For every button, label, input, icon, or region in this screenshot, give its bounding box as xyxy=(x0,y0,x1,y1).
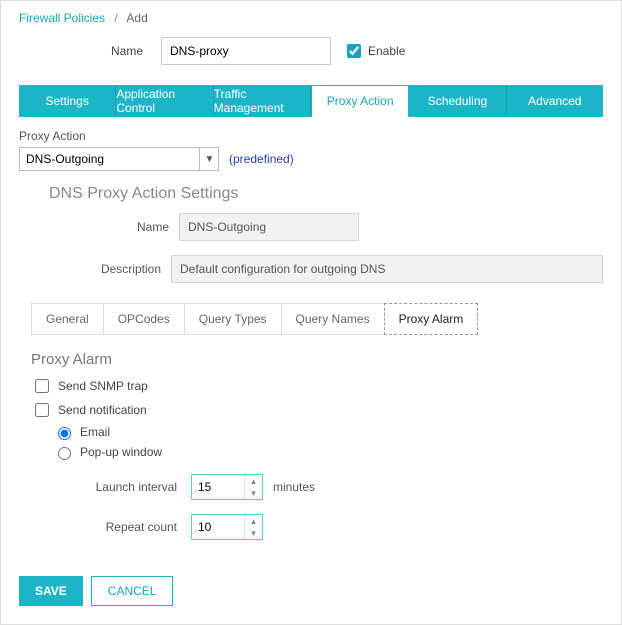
arrow-down-icon[interactable]: ▼ xyxy=(245,527,262,539)
breadcrumb-separator: / xyxy=(114,11,117,25)
subtab-proxy-alarm[interactable]: Proxy Alarm xyxy=(384,303,479,335)
proxy-action-label: Proxy Action xyxy=(19,129,603,143)
predefined-indicator: (predefined) xyxy=(229,152,294,166)
repeat-count-row: Repeat count ▲ ▼ xyxy=(31,514,603,540)
launch-interval-unit: minutes xyxy=(273,480,315,494)
main-tabs: Settings Application Control Traffic Man… xyxy=(19,85,603,117)
action-name-row: Name xyxy=(19,213,603,241)
repeat-count-input[interactable] xyxy=(192,515,244,539)
popup-label: Pop-up window xyxy=(80,445,162,459)
proxy-action-select[interactable] xyxy=(19,147,219,171)
notify-checkbox[interactable] xyxy=(35,403,49,417)
arrow-up-icon[interactable]: ▲ xyxy=(245,515,262,527)
spinner-arrows: ▲ ▼ xyxy=(244,475,262,499)
policy-name-input[interactable] xyxy=(161,37,331,65)
subtab-opcodes[interactable]: OPCodes xyxy=(103,303,184,335)
breadcrumb-current: Add xyxy=(126,11,147,25)
action-name-label: Name xyxy=(19,220,179,234)
snmp-label: Send SNMP trap xyxy=(58,379,148,393)
enable-checkbox-wrap[interactable]: Enable xyxy=(343,41,405,61)
email-label: Email xyxy=(80,425,110,439)
repeat-count-spinner[interactable]: ▲ ▼ xyxy=(191,514,263,540)
action-description-row: Description xyxy=(19,255,603,283)
save-button[interactable]: SAVE xyxy=(19,576,83,606)
name-label: Name xyxy=(19,44,149,58)
snmp-option: Send SNMP trap xyxy=(31,376,603,396)
launch-interval-row: Launch interval ▲ ▼ minutes xyxy=(31,474,603,500)
tab-advanced[interactable]: Advanced xyxy=(507,85,603,117)
notify-label: Send notification xyxy=(58,403,147,417)
dns-proxy-settings-heading: DNS Proxy Action Settings xyxy=(49,185,603,203)
popup-radio[interactable] xyxy=(58,447,71,460)
spinner-arrows: ▲ ▼ xyxy=(244,515,262,539)
proxy-alarm-body: Send SNMP trap Send notification Email P… xyxy=(31,376,603,540)
policy-name-row: Name Enable xyxy=(19,37,603,65)
launch-interval-label: Launch interval xyxy=(31,480,191,494)
tab-settings[interactable]: Settings xyxy=(19,85,116,117)
tab-application-control[interactable]: Application Control xyxy=(116,85,213,117)
proxy-alarm-heading: Proxy Alarm xyxy=(31,351,603,368)
subtab-general[interactable]: General xyxy=(31,303,103,335)
arrow-up-icon[interactable]: ▲ xyxy=(245,475,262,487)
subtab-query-names[interactable]: Query Names xyxy=(281,303,384,335)
arrow-down-icon[interactable]: ▼ xyxy=(245,487,262,499)
tab-scheduling[interactable]: Scheduling xyxy=(409,85,506,117)
notify-option: Send notification xyxy=(31,400,603,420)
repeat-count-label: Repeat count xyxy=(31,520,191,534)
cancel-button[interactable]: CANCEL xyxy=(91,576,174,606)
footer-buttons: SAVE CANCEL xyxy=(19,576,603,606)
email-radio[interactable] xyxy=(58,427,71,440)
action-description-label: Description xyxy=(19,262,171,276)
action-description-input xyxy=(171,255,603,283)
breadcrumb-root-link[interactable]: Firewall Policies xyxy=(19,11,105,25)
email-option: Email xyxy=(53,424,603,440)
snmp-checkbox[interactable] xyxy=(35,379,49,393)
sub-tabs: General OPCodes Query Types Query Names … xyxy=(31,303,603,335)
enable-label: Enable xyxy=(368,44,405,58)
launch-interval-spinner[interactable]: ▲ ▼ xyxy=(191,474,263,500)
action-name-input xyxy=(179,213,359,241)
firewall-policy-add-page: Firewall Policies / Add Name Enable Sett… xyxy=(0,0,622,625)
subtab-query-types[interactable]: Query Types xyxy=(184,303,281,335)
proxy-action-select-row: ▼ (predefined) xyxy=(19,147,603,171)
launch-interval-input[interactable] xyxy=(192,475,244,499)
tab-proxy-action[interactable]: Proxy Action xyxy=(311,85,409,117)
tab-traffic-management[interactable]: Traffic Management xyxy=(214,85,311,117)
proxy-action-select-wrap: ▼ xyxy=(19,147,219,171)
enable-checkbox[interactable] xyxy=(347,44,361,58)
breadcrumb: Firewall Policies / Add xyxy=(19,11,603,25)
popup-option: Pop-up window xyxy=(53,444,603,460)
